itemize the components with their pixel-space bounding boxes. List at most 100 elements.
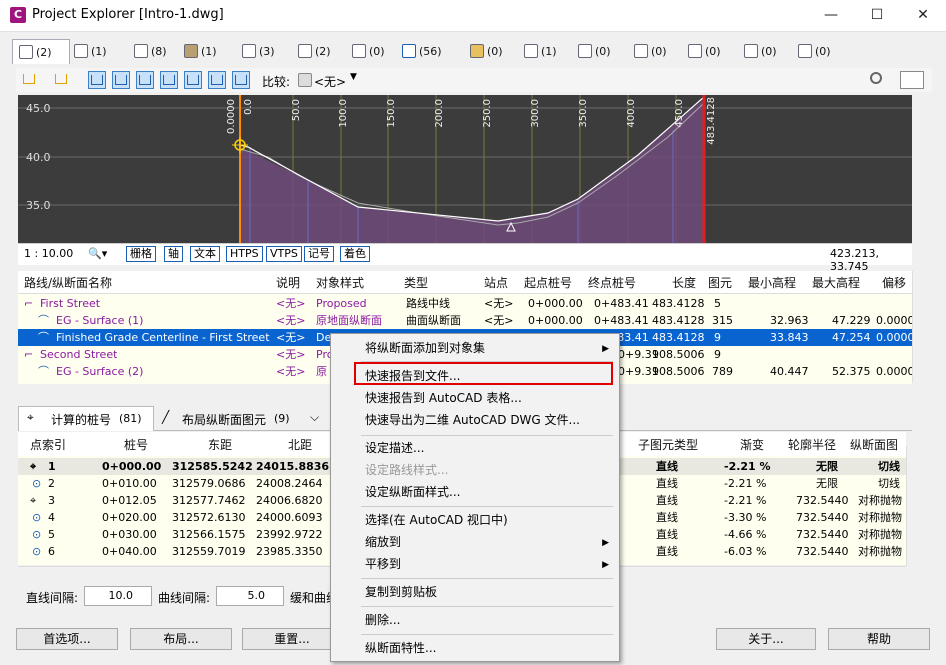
compare-label: 比较: xyxy=(262,75,291,89)
col-radius[interactable]: 轮廓半径 xyxy=(788,436,836,453)
row-desc: <无> xyxy=(276,331,306,344)
col-name[interactable]: 路线/纵断面名称 xyxy=(24,274,112,291)
col-max-elev[interactable]: 最大高程 xyxy=(812,274,860,291)
tab-feature-lines[interactable]: (0) xyxy=(352,40,385,62)
axis-toggle[interactable]: 轴 xyxy=(164,246,183,262)
shading-toggle[interactable]: 着色 xyxy=(340,246,370,262)
col-station[interactable]: 桩号 xyxy=(124,436,148,453)
col-grade[interactable]: 渐变 xyxy=(740,436,764,453)
menu-item-quick-report-table[interactable]: 快速报告到 AutoCAD 表格... xyxy=(365,388,522,408)
htps-toggle[interactable]: HTPS xyxy=(226,246,263,262)
menu-item-delete[interactable]: 删除... xyxy=(365,610,400,630)
view-mode-7-icon[interactable] xyxy=(232,71,250,89)
station-label: 150.0 xyxy=(386,99,397,128)
tab-stations[interactable]: ⌖ 计算的桩号 (81) xyxy=(18,406,154,431)
row-min-elev: 33.843 xyxy=(770,331,809,344)
tab-alignments[interactable]: (2) xyxy=(12,39,70,64)
view-mode-5-icon[interactable] xyxy=(184,71,202,89)
tab-points[interactable]: (8) xyxy=(134,40,167,62)
close-button[interactable]: ✕ xyxy=(900,0,946,31)
help-button[interactable]: 帮助 xyxy=(828,628,930,650)
col-end[interactable]: 终点桩号 xyxy=(588,274,636,291)
minimize-button[interactable]: — xyxy=(808,0,854,31)
upper-scrollbar[interactable] xyxy=(912,271,929,383)
col-length[interactable]: 长度 xyxy=(672,274,696,291)
profile-table-header: 路线/纵断面名称 说明 对象样式 类型 站点 起点桩号 终点桩号 长度 图元 最… xyxy=(18,271,912,294)
col-index[interactable]: 点索引 xyxy=(30,436,66,453)
row-length: 483.4128 xyxy=(652,297,705,310)
col-offset[interactable]: 偏移 xyxy=(882,274,906,291)
list-view-icon[interactable] xyxy=(900,71,924,89)
parcel-icon xyxy=(298,44,312,58)
menu-item-copy-clipboard[interactable]: 复制到剪贴板 xyxy=(365,582,437,602)
options-button[interactable]: 首选项... xyxy=(16,628,118,650)
grid-toggle[interactable]: 栅格 xyxy=(126,246,156,262)
view-mode-4-icon[interactable] xyxy=(160,71,178,89)
col-type[interactable]: 类型 xyxy=(404,274,428,291)
menu-item-pan-to[interactable]: 平移到 xyxy=(365,554,401,574)
menu-item-quick-export-dwg[interactable]: 快速导出为二维 AutoCAD DWG 文件... xyxy=(365,410,580,430)
search-icon[interactable] xyxy=(870,72,882,84)
menu-item-profile-properties[interactable]: 纵断面特性... xyxy=(365,638,436,658)
menu-item-select-in-viewport[interactable]: 选择(在 AutoCAD 视口中) xyxy=(365,510,508,530)
row-offset: 0.0000 xyxy=(876,331,915,344)
new-alignment-icon[interactable] xyxy=(20,71,38,89)
profile-plot[interactable]: 45.0 40.0 35.0 0.0000 0.0 50.0 100.0 150… xyxy=(18,95,912,243)
tab-layout-entities[interactable]: ╱ 布局纵断面图元 (9) xyxy=(156,408,306,430)
tab-point-groups[interactable]: (56) xyxy=(402,40,442,62)
tab-pressure-networks[interactable]: (0) xyxy=(744,40,777,62)
view-mode-6-icon[interactable] xyxy=(208,71,226,89)
col-start[interactable]: 起点桩号 xyxy=(524,274,572,291)
tab-sample-lines[interactable]: (0) xyxy=(578,40,611,62)
table-row[interactable]: ⌒ EG - Surface (1) <无> 原地面纵断面 曲面纵断面 <无> … xyxy=(18,312,915,329)
tab-parcels[interactable]: (2) xyxy=(298,40,331,62)
y-tick-label: 40.0 xyxy=(26,151,51,164)
col-site[interactable]: 站点 xyxy=(484,274,508,291)
profile-tab-icon[interactable]: ⌵ xyxy=(310,410,319,425)
tab-pipe-networks[interactable]: (0) xyxy=(688,40,721,62)
reset-button[interactable]: 重置... xyxy=(242,628,342,650)
col-northing[interactable]: 北距 xyxy=(288,436,312,453)
row-style: 原 xyxy=(316,365,327,378)
menu-item-set-profile-style[interactable]: 设定纵断面样式... xyxy=(365,482,460,502)
chevron-down-icon[interactable]: ▼ xyxy=(350,72,357,82)
line-interval-spinner[interactable]: 10.0 xyxy=(84,586,152,606)
menu-item-zoom-to[interactable]: 缩放到 xyxy=(365,532,401,552)
text-toggle[interactable]: 文本 xyxy=(190,246,220,262)
marker-toggle[interactable]: 记号 xyxy=(304,246,334,262)
col-elements[interactable]: 图元 xyxy=(708,274,732,291)
layout-button[interactable]: 布局... xyxy=(130,628,232,650)
menu-item-add-to-set[interactable]: 将纵断面添加到对象集 xyxy=(365,338,485,358)
view-mode-1-icon[interactable] xyxy=(88,71,106,89)
col-min-elev[interactable]: 最小高程 xyxy=(748,274,796,291)
compare-dropdown[interactable]: <无> xyxy=(314,73,346,90)
vtps-toggle[interactable]: VTPS xyxy=(266,246,302,262)
col-easting[interactable]: 东距 xyxy=(208,436,232,453)
compare-swatch-icon xyxy=(298,73,312,87)
col-style[interactable]: 对象样式 xyxy=(316,274,364,291)
new-profile-icon[interactable] xyxy=(52,71,70,89)
row-offset: 0.0000 xyxy=(876,365,915,378)
row-type: 路线中线 xyxy=(406,297,450,310)
view-mode-2-icon[interactable] xyxy=(112,71,130,89)
menu-item-set-description[interactable]: 设定描述... xyxy=(365,438,424,458)
col-desc[interactable]: 说明 xyxy=(276,274,300,291)
col-subtype[interactable]: 子图元类型 xyxy=(638,436,698,453)
tab-sections[interactable]: (0) xyxy=(634,40,667,62)
curve-interval-spinner[interactable]: 5.0 xyxy=(216,586,284,606)
tab-surfaces[interactable]: (1) xyxy=(184,40,217,62)
tab-gradings[interactable]: (0) xyxy=(470,40,503,62)
maximize-button[interactable]: ☐ xyxy=(854,0,900,31)
row-desc: <无> xyxy=(276,297,306,310)
lower-scrollbar[interactable] xyxy=(906,446,921,566)
tab-data-shortcuts[interactable]: (0) xyxy=(798,40,831,62)
col-profile-type[interactable]: 纵断面图 xyxy=(850,436,898,453)
tab-assemblies[interactable]: (3) xyxy=(242,40,275,62)
view-mode-3-icon[interactable] xyxy=(136,71,154,89)
tab-corridors[interactable]: (1) xyxy=(524,40,557,62)
scale-dropdown[interactable]: 1 : 10.00 xyxy=(24,247,73,260)
zoom-icon[interactable]: 🔍▾ xyxy=(88,247,107,260)
about-button[interactable]: 关于... xyxy=(716,628,816,650)
table-row[interactable]: ⌐ First Street <无> Proposed 路线中线 <无> 0+0… xyxy=(18,295,912,312)
tab-sites[interactable]: (1) xyxy=(74,40,107,62)
